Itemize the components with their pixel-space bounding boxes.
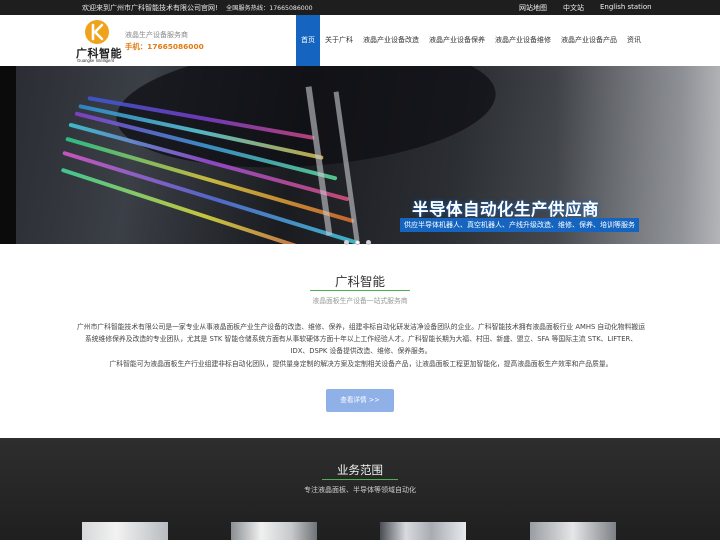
- hotline-text: 全国服务热线：17665086000: [226, 5, 313, 12]
- nav-item-retrofit[interactable]: 液晶产业设备改造: [358, 15, 424, 66]
- logo-english-name: Guangke Intelligent: [77, 58, 115, 63]
- banner-title: 半导体自动化生产供应商: [412, 200, 599, 219]
- nav-item-maintenance[interactable]: 液晶产业设备保养: [424, 15, 490, 66]
- nav-item-home[interactable]: 首页: [296, 15, 320, 66]
- main-nav: 首页 关于广科 液晶产业设备改造 液晶产业设备保养 液晶产业设备维修 液晶产业设…: [296, 15, 646, 66]
- top-bar: 欢迎来到广州市广科智能技术有限公司官网! 全国服务热线：17665086000 …: [0, 0, 720, 15]
- nav-item-news[interactable]: 资讯: [622, 15, 646, 66]
- services-subtitle: 专注液晶面板、半导体等领域自动化: [304, 486, 416, 494]
- logo[interactable]: 广科智能 Guangke Intelligent: [76, 20, 122, 63]
- tagline: 液晶生产设备服务商: [125, 31, 188, 39]
- about-paragraph: 广州市广科智能技术有限公司是一家专业从事液晶面板产业生产设备的改造、维修、保养，…: [76, 323, 645, 356]
- about-subtitle: 液晶面板生产设备一站式服务商: [312, 297, 408, 305]
- carousel-dot-active[interactable]: [355, 240, 360, 245]
- nav-item-products[interactable]: 液晶产业设备产品: [556, 15, 622, 66]
- logo-mark-icon: [85, 20, 109, 44]
- welcome-text: 欢迎来到广州市广科智能技术有限公司官网!: [82, 4, 218, 12]
- banner-side-strip: [0, 66, 16, 244]
- services-divider: [322, 479, 398, 480]
- hero-banner[interactable]: 半导体自动化生产供应商 供应半导体机器人、真空机器人、产线升级改造、维修、保养、…: [0, 66, 720, 244]
- service-thumbnail[interactable]: [530, 522, 616, 540]
- carousel-dots: [344, 240, 374, 246]
- site-header: 广科智能 Guangke Intelligent 液晶生产设备服务商 手机：17…: [0, 15, 720, 66]
- nav-item-about[interactable]: 关于广科: [320, 15, 358, 66]
- nav-item-repair[interactable]: 液晶产业设备维修: [490, 15, 556, 66]
- about-title: 广科智能: [334, 274, 385, 289]
- about-paragraph: 广科智能可为液晶面板生产行业组建非标自动化团队，提供量身定制的解决方案及定制相关…: [109, 359, 613, 368]
- service-thumbnail[interactable]: [231, 522, 317, 540]
- services-section: 业务范围 专注液晶面板、半导体等领域自动化: [0, 438, 720, 540]
- service-thumbnail[interactable]: [380, 522, 466, 540]
- service-thumbnail[interactable]: [82, 522, 168, 540]
- about-divider: [310, 290, 410, 291]
- sitemap-link[interactable]: 网站地图: [519, 3, 547, 13]
- view-details-button[interactable]: 查看详情 >>: [326, 389, 394, 412]
- chinese-site-link[interactable]: 中文站: [563, 3, 584, 13]
- about-description: 广州市广科智能技术有限公司是一家专业从事液晶面板产业生产设备的改造、维修、保养，…: [76, 321, 646, 370]
- english-site-link[interactable]: English station: [600, 3, 652, 11]
- carousel-dot[interactable]: [344, 240, 349, 245]
- carousel-dot[interactable]: [366, 240, 371, 245]
- banner-subtitle: 供应半导体机器人、真空机器人、产线升级改造、维修、保养、培训等服务: [400, 218, 639, 232]
- services-title: 业务范围: [337, 463, 383, 477]
- phone-number: 手机：17665086000: [125, 42, 204, 51]
